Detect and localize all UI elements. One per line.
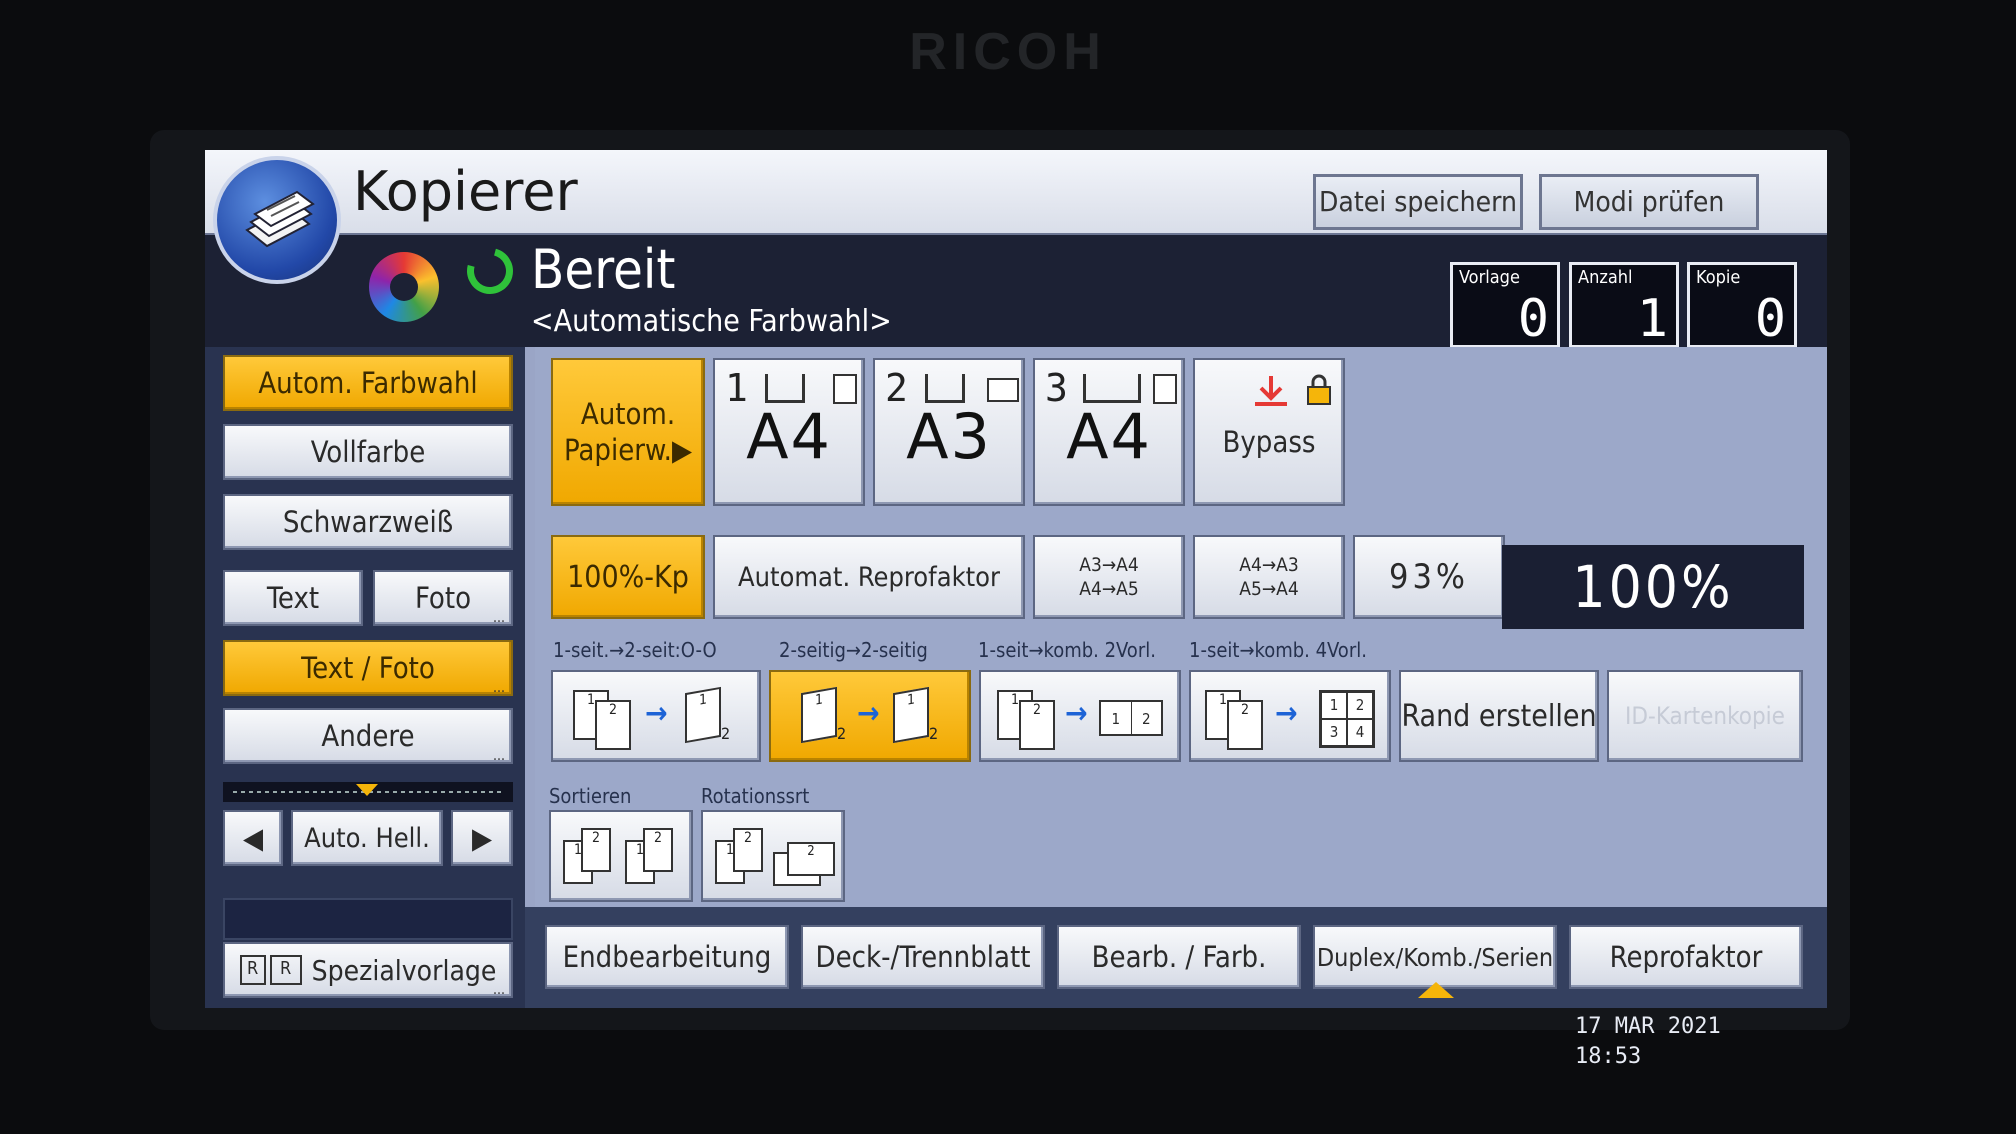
combined-sheet-icon: 1 2 (1099, 700, 1163, 736)
combine-2-button[interactable]: 1 2 → 1 2 (979, 670, 1181, 762)
bypass-arrow-icon (1255, 376, 1287, 406)
color-bw-button[interactable]: Schwarzweiß (223, 494, 513, 550)
tray-1-button[interactable]: 1 A4 (713, 358, 865, 506)
page-title: Kopierer (353, 160, 578, 223)
tray-icon (765, 374, 805, 403)
special-original-icon: R (239, 955, 266, 985)
auto-reduce-enlarge-button[interactable]: Automat. Reprofaktor (713, 535, 1025, 619)
tray-2-button[interactable]: 2 A3 (873, 358, 1025, 506)
rotate-sort-button[interactable]: 1 2 2 (701, 810, 845, 902)
combine-4-button[interactable]: 1 2 → 1 2 3 4 (1189, 670, 1391, 762)
landscape-sheet-icon (987, 378, 1019, 402)
copier-app-icon (213, 156, 341, 284)
current-ratio-display: 100% (1502, 545, 1804, 629)
density-scale (223, 782, 513, 802)
arrow-icon: → (857, 696, 880, 731)
arrow-icon: → (1275, 696, 1298, 731)
original-other-button[interactable]: Andere (223, 708, 513, 764)
tray-3-button[interactable]: 3 A4 (1033, 358, 1185, 506)
touch-screen: Kopierer Datei speichern Modi prüfen Ber… (205, 150, 1827, 1008)
status-text: Bereit (531, 238, 676, 301)
status-subtext: <Automatische Farbwahl> (531, 304, 892, 339)
brand-logo: RICOH (909, 23, 1107, 81)
check-modes-button[interactable]: Modi prüfen (1539, 174, 1759, 230)
original-text-button[interactable]: Text (223, 570, 363, 626)
original-text-photo-button[interactable]: Text / Foto (223, 640, 513, 696)
original-photo-button[interactable]: Foto (373, 570, 513, 626)
preset-enlarge-button[interactable]: A4→A3 A5→A4 (1193, 535, 1345, 619)
arrow-icon: → (1065, 696, 1088, 731)
duplex-2to2-button[interactable]: 1 2 → 1 2 (769, 670, 971, 762)
preset-93-button[interactable]: 93% (1353, 535, 1505, 619)
tab-reproduction-ratio[interactable]: Reprofaktor (1569, 925, 1803, 989)
color-auto-button[interactable]: Autom. Farbwahl (223, 355, 513, 411)
duplex-1to2-button[interactable]: 1 2 → 1 2 (551, 670, 761, 762)
create-margin-button[interactable]: Rand erstellen (1399, 670, 1599, 762)
date-time-display: 17 MAR 2021 18:53 (1575, 1014, 1721, 1069)
bypass-tray-button[interactable]: Bypass (1193, 358, 1345, 506)
active-tab-indicator-icon (1418, 982, 1454, 998)
full-size-button[interactable]: 100%-Kp (551, 535, 705, 619)
id-card-copy-button: ID-Kartenkopie (1607, 670, 1803, 762)
duplex-label-2: 2-seitig→2-seitig (779, 638, 928, 662)
combined-4-sheet-icon: 1 2 3 4 (1319, 690, 1375, 748)
duplex-label-4: 1-seit→komb. 4Vorl. (1189, 638, 1367, 662)
tab-cover-slip-sheet[interactable]: Deck-/Trennblatt (801, 925, 1045, 989)
sort-button[interactable]: 1 2 1 2 (549, 810, 693, 902)
special-original-icon-2: R (269, 955, 302, 985)
counter-originals: Vorlage 0 (1450, 262, 1560, 349)
counter-copies: Kopie 0 (1687, 262, 1797, 349)
special-original-indicator (223, 898, 513, 940)
tray-icon (925, 374, 965, 403)
tab-edit-color[interactable]: Bearb. / Farb. (1057, 925, 1301, 989)
auto-density-button[interactable]: Auto. Hell. (291, 810, 443, 866)
special-original-button[interactable]: R R Spezialvorlage (223, 942, 513, 998)
counter-quantity: Anzahl 1 (1569, 262, 1679, 349)
duplex-label-1: 1-seit.→2-seit:O-O (553, 638, 717, 662)
auto-paper-select-button[interactable]: Autom. Papierw.▶ (551, 358, 705, 506)
large-tray-icon (1083, 374, 1141, 403)
arrow-icon: → (645, 696, 668, 731)
sort-label: Sortieren (549, 784, 632, 808)
tab-finishing[interactable]: Endbearbeitung (545, 925, 789, 989)
rotate-sort-label: Rotationssrt (701, 784, 810, 808)
preset-reduce-button[interactable]: A3→A4 A4→A5 (1033, 535, 1185, 619)
density-darker-button[interactable]: ▶ (451, 810, 513, 866)
density-lighter-button[interactable]: ◀ (223, 810, 283, 866)
duplex-label-3: 1-seit→komb. 2Vorl. (978, 638, 1156, 662)
tab-duplex-combine-series[interactable]: Duplex/Komb./Serien (1313, 925, 1557, 989)
save-file-button[interactable]: Datei speichern (1313, 174, 1523, 230)
color-full-button[interactable]: Vollfarbe (223, 424, 513, 480)
lock-icon (1307, 374, 1331, 405)
